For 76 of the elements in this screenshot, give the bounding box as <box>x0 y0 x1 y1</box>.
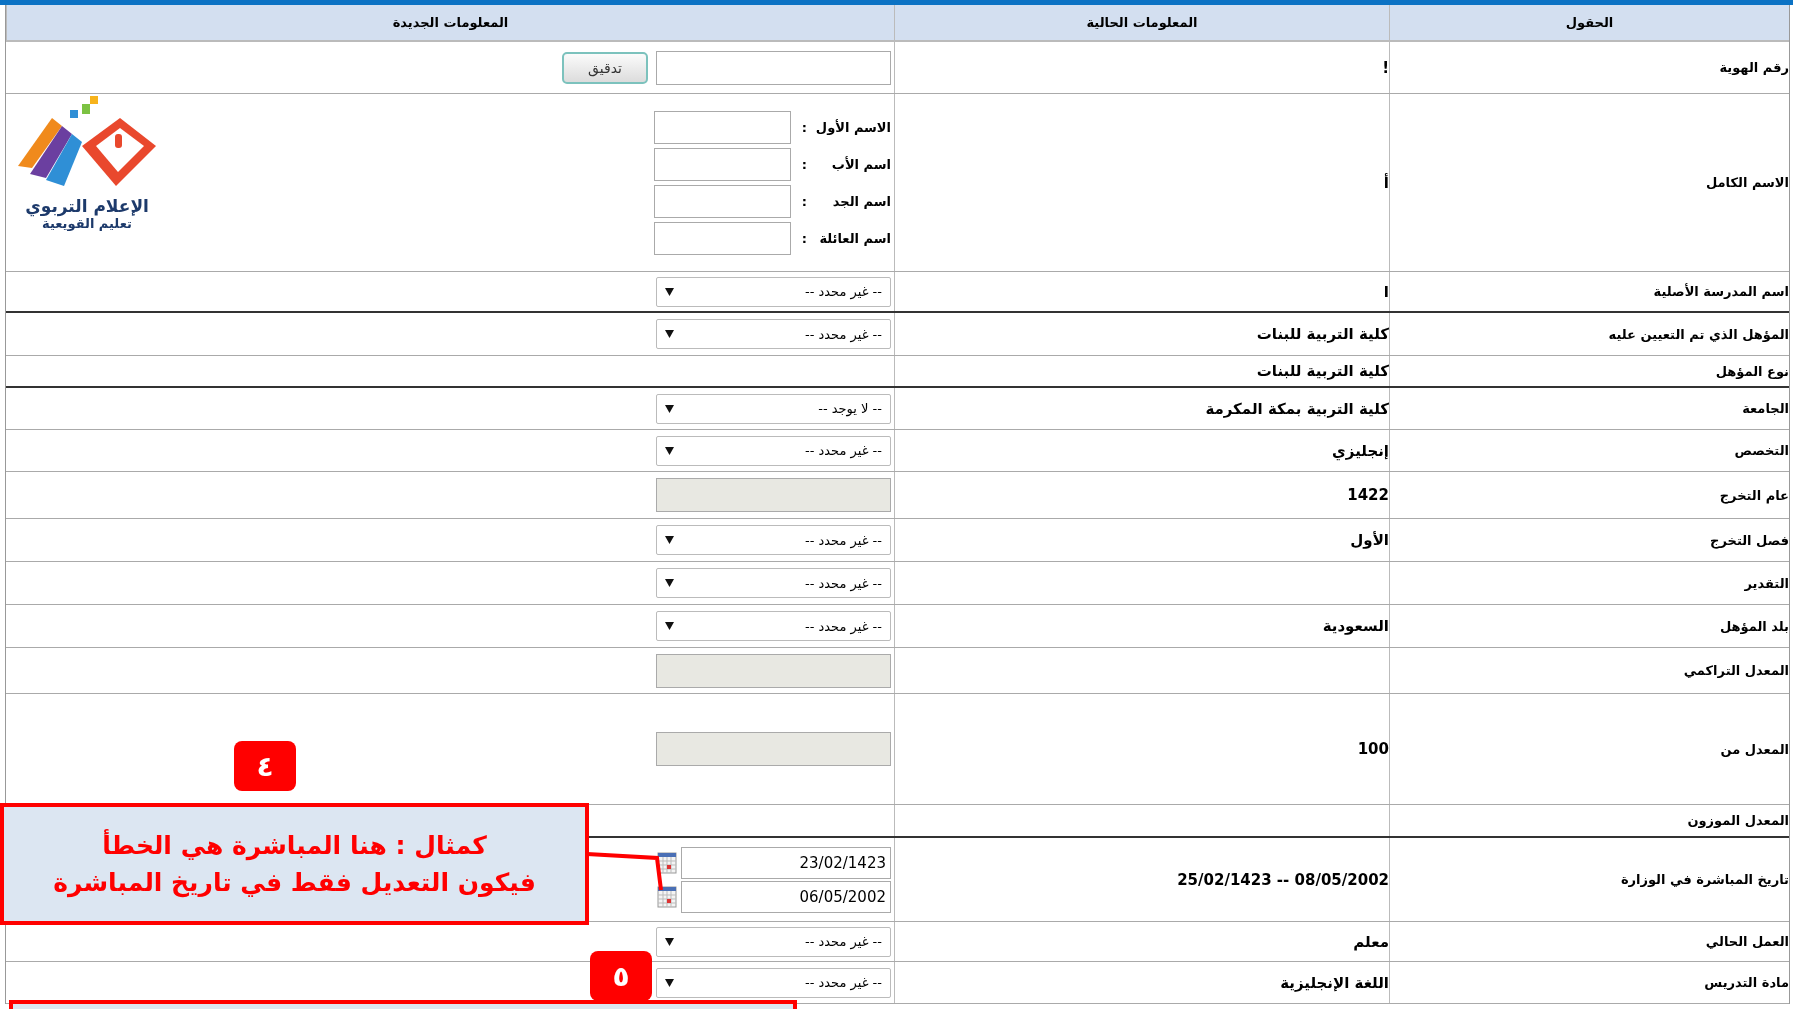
field-label: تاريخ المباشرة في الوزارة <box>1620 872 1789 887</box>
name-input-field[interactable] <box>654 147 791 181</box>
name-label: اسم الجد <box>831 193 891 209</box>
dropdown-caret-icon <box>665 404 674 413</box>
field-label: المعدل من <box>1720 741 1789 757</box>
callout-text: فيكون التعديل فقط في تاريخ المباشرة <box>53 868 536 897</box>
dropdown-caret-icon <box>665 536 674 544</box>
field-label: المؤهل الذي تم التعيين عليه <box>1608 326 1789 342</box>
current-value: كلية التربية للبنات <box>1256 362 1389 380</box>
calendar-icon[interactable] <box>657 885 677 908</box>
column-header: المعلومات الحالية <box>1086 15 1198 30</box>
current-value: كلية التربية بمكة المكرمة <box>1205 399 1389 418</box>
colon-separator: : <box>800 156 807 172</box>
field-label: المعدل التراكمي <box>1683 663 1789 678</box>
dropdown-select[interactable]: -- غير محدد -- <box>656 926 891 957</box>
dropdown-select[interactable]: -- غير محدد -- <box>656 967 891 998</box>
date-input-field[interactable]: 23/02/1423 <box>681 846 891 879</box>
name-input-field[interactable] <box>654 110 791 144</box>
field-label: العمل الحالي <box>1705 934 1789 949</box>
field-label: الاسم الكامل <box>1705 175 1789 190</box>
id-input-field[interactable] <box>656 50 891 85</box>
field-label: نوع المؤهل <box>1715 363 1789 379</box>
dropdown-select[interactable]: -- غير محدد -- <box>656 435 891 466</box>
current-value: الأول <box>1350 531 1389 549</box>
column-header: الحقول <box>1565 15 1614 30</box>
logo-title: الإعلام التربوي <box>25 196 149 216</box>
name-label: اسم العائلة <box>818 230 891 246</box>
current-value: أ <box>1383 173 1389 192</box>
logo-subtitle: تعليم القويعية <box>42 216 132 231</box>
dropdown-select[interactable]: -- لا يوجد -- <box>656 393 891 424</box>
calendar-icon[interactable] <box>657 851 677 874</box>
dropdown-caret-icon <box>665 330 674 338</box>
dropdown-caret-icon <box>665 622 674 630</box>
dropdown-caret-icon <box>665 579 674 587</box>
colon-separator: : <box>800 119 807 135</box>
current-value: 1422 <box>1347 486 1389 504</box>
current-value: كلية التربية للبنات <box>1256 325 1389 343</box>
dropdown-select[interactable]: -- غير محدد -- <box>656 319 891 349</box>
current-value: إنجليزي <box>1332 441 1389 460</box>
name-input-field[interactable] <box>654 221 791 255</box>
current-value: معلم <box>1353 932 1389 951</box>
current-value: ! <box>1382 58 1389 77</box>
current-value: السعودية <box>1322 617 1389 635</box>
date-input-field[interactable]: 06/05/2002 <box>681 880 891 913</box>
field-label: اسم المدرسة الأصلية <box>1653 284 1789 299</box>
name-label: اسم الأب <box>830 156 891 172</box>
name-input-field[interactable] <box>654 184 791 218</box>
field-label: فصل التخرج <box>1710 532 1789 548</box>
callout-text: كمثال : هنا المباشرة هي الخطأ <box>102 831 487 860</box>
field-label: التقدير <box>1744 575 1789 591</box>
field-label: المعدل الموزون <box>1687 813 1789 828</box>
dropdown-select[interactable]: -- غير محدد -- <box>656 525 891 555</box>
dropdown-caret-icon <box>665 978 674 987</box>
dropdown-select[interactable]: -- غير محدد -- <box>656 276 891 307</box>
field-label: رقم الهوية <box>1719 60 1789 75</box>
field-label: بلد المؤهل <box>1719 618 1789 634</box>
step-badge: ٤ <box>234 741 296 791</box>
dropdown-select[interactable]: -- غير محدد -- <box>656 611 891 641</box>
name-label: الاسم الأول <box>814 119 891 135</box>
current-value: اللغة الإنجليزية <box>1280 973 1389 992</box>
field-label: التخصص <box>1734 443 1789 458</box>
field-label: الجامعة <box>1742 401 1789 416</box>
colon-separator: : <box>800 230 807 246</box>
current-value: 100 <box>1357 740 1389 758</box>
step-badge: ٥ <box>590 951 652 1001</box>
column-header: المعلومات الجديدة <box>392 15 509 30</box>
colon-separator: : <box>800 193 807 209</box>
dropdown-caret-icon <box>665 937 674 946</box>
check-button[interactable]: تدقيق <box>562 51 648 84</box>
dropdown-caret-icon <box>665 287 674 296</box>
current-value: ا <box>1383 282 1389 301</box>
field-label: مادة التدريس <box>1704 975 1789 990</box>
dropdown-caret-icon <box>665 446 674 455</box>
current-value: 08/05/2002 -- 25/02/1423 <box>1177 870 1389 889</box>
dropdown-select[interactable]: -- غير محدد -- <box>656 568 891 598</box>
field-label: عام التخرج <box>1719 487 1789 503</box>
